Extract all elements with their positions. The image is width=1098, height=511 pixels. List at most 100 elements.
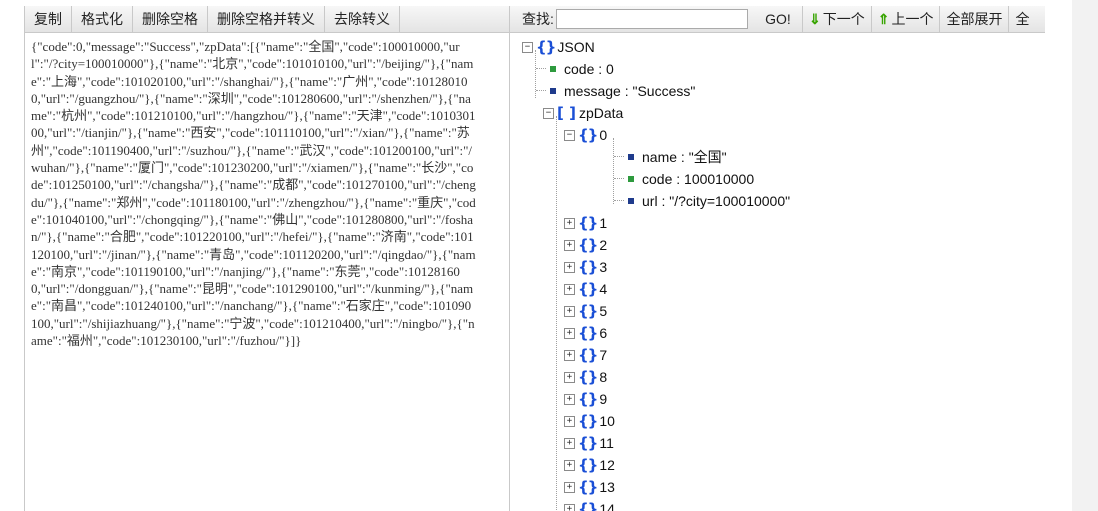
tree-connector — [556, 116, 557, 511]
tree-node-label: url : "/?city=100010000" — [642, 193, 791, 209]
tree-node-label: name : "全国" — [642, 149, 727, 165]
tree-node-item-0[interactable]: − {} 0 — [564, 124, 607, 146]
tree-node-label: 9 — [599, 391, 608, 407]
remove-spaces-button[interactable]: 删除空格 — [133, 6, 208, 32]
object-icon: {} — [536, 38, 556, 56]
expand-toggle-icon[interactable]: + — [564, 327, 575, 339]
tree-node-item0-url: url : "/?city=100010000" — [628, 190, 790, 212]
object-icon: {} — [578, 390, 598, 408]
tree-node-label: 3 — [599, 259, 608, 275]
tree-node-label: message : "Success" — [564, 83, 696, 99]
tree-node-item-6[interactable]: + {} 6 — [564, 322, 607, 344]
expand-toggle-icon[interactable]: + — [564, 503, 575, 511]
tree-connector — [613, 138, 614, 204]
object-icon: {} — [578, 302, 598, 320]
collapse-toggle-icon[interactable]: − — [522, 41, 533, 53]
tree-node-item-8[interactable]: + {} 8 — [564, 366, 607, 388]
copy-button[interactable]: 复制 — [25, 6, 72, 32]
object-icon: {} — [578, 412, 598, 430]
tree-node-label: 10 — [599, 413, 615, 429]
tree-node-label: 4 — [599, 281, 608, 297]
next-label: 下一个 — [822, 11, 865, 27]
collapse-toggle-icon[interactable]: − — [543, 107, 554, 119]
tree-node-label: zpData — [578, 105, 624, 121]
tree-node-label: 5 — [599, 303, 608, 319]
object-icon: {} — [578, 500, 598, 511]
tree-node-item-11[interactable]: + {} 11 — [564, 432, 614, 454]
expand-toggle-icon[interactable]: + — [564, 349, 575, 361]
object-icon: {} — [578, 214, 598, 232]
collapse-toggle-icon[interactable]: − — [564, 129, 575, 141]
expand-toggle-icon[interactable]: + — [564, 415, 575, 427]
tree-node-item-10[interactable]: + {} 10 — [564, 410, 615, 432]
tree-connector — [536, 68, 546, 69]
tree-node-item-14[interactable]: + {} 14 — [564, 498, 615, 511]
tree-node-item-13[interactable]: + {} 13 — [564, 476, 615, 498]
expand-toggle-icon[interactable]: + — [564, 217, 575, 229]
object-icon: {} — [578, 434, 598, 452]
object-icon: {} — [578, 258, 598, 276]
page-scroll-gutter — [1072, 0, 1098, 511]
object-icon: {} — [578, 368, 598, 386]
tree-node-item-5[interactable]: + {} 5 — [564, 300, 607, 322]
tree-node-label: 14 — [599, 501, 615, 511]
expand-toggle-icon[interactable]: + — [564, 305, 575, 317]
go-button[interactable]: GO! — [754, 6, 803, 32]
object-icon: {} — [578, 478, 598, 496]
raw-json-textarea[interactable]: {"code":0,"message":"Success","zpData":[… — [31, 38, 477, 349]
tree-node-zpdata[interactable]: − [ ] zpData — [543, 102, 623, 124]
collapse-all-button[interactable]: 全 — [1009, 6, 1035, 32]
json-tree-panel: 查找: GO! ⇓ 下一个 ⇑ 上一个 全部展开 全 − {} JSON cod… — [510, 6, 1045, 511]
tree-node-label: 8 — [599, 369, 608, 385]
object-icon: {} — [578, 280, 598, 298]
object-icon: {} — [578, 236, 598, 254]
expand-toggle-icon[interactable]: + — [564, 393, 575, 405]
prev-button[interactable]: ⇑ 上一个 — [872, 6, 941, 32]
tree-connector — [536, 90, 546, 91]
tree-node-item-12[interactable]: + {} 12 — [564, 454, 615, 476]
arrow-up-icon: ⇑ — [877, 11, 890, 27]
expand-toggle-icon[interactable]: + — [564, 239, 575, 251]
tree-node-item0-name: name : "全国" — [628, 146, 727, 168]
remove-spaces-escape-button[interactable]: 删除空格并转义 — [208, 6, 325, 32]
tree-node-item-2[interactable]: + {} 2 — [564, 234, 607, 256]
array-icon: [ ] — [557, 104, 576, 122]
tree-node-label: 11 — [599, 435, 614, 451]
tree-node-item-3[interactable]: + {} 3 — [564, 256, 607, 278]
string-value-icon — [628, 154, 634, 160]
tree-node-item-9[interactable]: + {} 9 — [564, 388, 607, 410]
find-input[interactable] — [556, 9, 748, 29]
tree-node-item-4[interactable]: + {} 4 — [564, 278, 607, 300]
number-value-icon — [550, 66, 556, 72]
format-button[interactable]: 格式化 — [72, 6, 133, 32]
tree-connector — [614, 200, 624, 201]
expand-toggle-icon[interactable]: + — [564, 283, 575, 295]
tree-node-item0-code: code : 100010000 — [628, 168, 754, 190]
right-toolbar: 查找: GO! ⇓ 下一个 ⇑ 上一个 全部展开 全 — [510, 6, 1045, 33]
tree-node-label: 1 — [599, 215, 608, 231]
unescape-button[interactable]: 去除转义 — [325, 6, 400, 32]
tree-connector — [614, 178, 624, 179]
string-value-icon — [628, 198, 634, 204]
string-value-icon — [550, 88, 556, 94]
tree-node-label: 0 — [599, 127, 608, 143]
expand-toggle-icon[interactable]: + — [564, 261, 575, 273]
object-icon: {} — [578, 456, 598, 474]
expand-all-button[interactable]: 全部展开 — [940, 6, 1010, 32]
expand-toggle-icon[interactable]: + — [564, 459, 575, 471]
number-value-icon — [628, 176, 634, 182]
tree-node-label: code : 100010000 — [642, 171, 755, 187]
expand-toggle-icon[interactable]: + — [564, 371, 575, 383]
tree-node-label: JSON — [557, 39, 595, 55]
tree-node-message: message : "Success" — [550, 80, 695, 102]
tree-node-root[interactable]: − {} JSON — [522, 36, 595, 58]
next-button[interactable]: ⇓ 下一个 — [803, 6, 872, 32]
object-icon: {} — [578, 324, 598, 342]
expand-toggle-icon[interactable]: + — [564, 481, 575, 493]
tree-node-item-7[interactable]: + {} 7 — [564, 344, 607, 366]
left-toolbar: 复制 格式化 删除空格 删除空格并转义 去除转义 — [25, 6, 509, 33]
tree-node-label: 13 — [599, 479, 615, 495]
tree-node-item-1[interactable]: + {} 1 — [564, 212, 607, 234]
expand-toggle-icon[interactable]: + — [564, 437, 575, 449]
tree-node-label: code : 0 — [564, 61, 614, 77]
